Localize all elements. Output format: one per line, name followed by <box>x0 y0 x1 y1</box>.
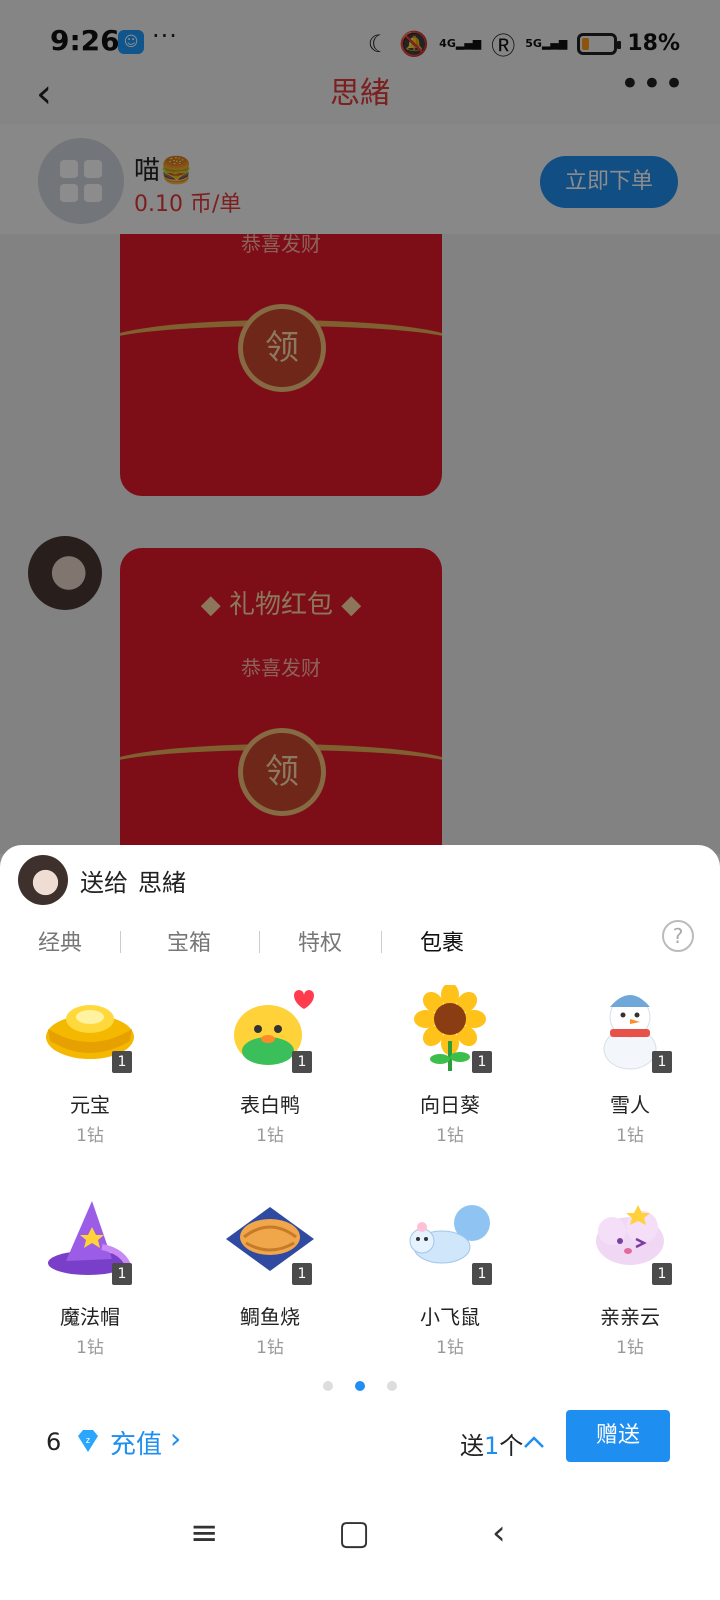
gift-name: 小飞鼠 <box>420 1305 480 1329</box>
gift-name: 魔法帽 <box>60 1305 120 1329</box>
diamond-balance: 6 <box>46 1428 62 1456</box>
system-nav-bar: ≡ ▢ ‹ <box>0 1485 720 1600</box>
tab-package[interactable]: 包裹 <box>420 925 464 957</box>
gift-tabs: 经典 宝箱 特权 包裹 ? <box>0 915 720 965</box>
send-to-row: 送给 思緒 <box>18 855 186 905</box>
gift-count-badge: 1 <box>112 1263 132 1285</box>
page-dot-active[interactable] <box>355 1381 365 1391</box>
gift-footer: 6 z 充值 › 送1个 赠送 <box>0 1410 720 1480</box>
menu-icon[interactable]: ≡ <box>190 1513 219 1553</box>
gift-count-badge: 1 <box>472 1051 492 1073</box>
gift-price: 1钻 <box>256 1338 284 1358</box>
gift-count-badge: 1 <box>472 1263 492 1285</box>
gift-item[interactable]: 1 向日葵 1钻 <box>360 985 540 1185</box>
back-nav-icon[interactable]: ‹ <box>492 1513 506 1553</box>
tab-classic[interactable]: 经典 <box>38 925 82 957</box>
gift-item[interactable]: 1 元宝 1钻 <box>0 985 180 1185</box>
send-quantity-number: 1 <box>484 1432 500 1460</box>
gift-price: 1钻 <box>616 1126 644 1146</box>
gift-item[interactable]: 1 小飞鼠 1钻 <box>360 1197 540 1397</box>
gift-item[interactable]: 1 雪人 1钻 <box>540 985 720 1185</box>
tab-privilege[interactable]: 特权 <box>298 925 342 957</box>
recipient-avatar <box>18 855 68 905</box>
chevron-right-icon[interactable]: › <box>170 1422 181 1455</box>
send-to-label: 送给 <box>80 868 128 897</box>
gift-item[interactable]: 1 鲷鱼烧 1钻 <box>180 1197 360 1397</box>
send-gift-button[interactable]: 赠送 <box>566 1410 670 1462</box>
gift-count-badge: 1 <box>652 1051 672 1073</box>
diamond-icon: z <box>78 1430 98 1452</box>
home-icon[interactable]: ▢ <box>338 1513 370 1553</box>
gift-item[interactable]: 1 亲亲云 1钻 <box>540 1197 720 1397</box>
page-dot[interactable] <box>387 1381 397 1391</box>
gift-count-badge: 1 <box>112 1051 132 1073</box>
gift-price: 1钻 <box>76 1338 104 1358</box>
gift-name: 向日葵 <box>420 1093 480 1117</box>
gift-count-badge: 1 <box>652 1263 672 1285</box>
recharge-link[interactable]: 充值 <box>110 1424 162 1461</box>
gift-price: 1钻 <box>76 1126 104 1146</box>
gift-price: 1钻 <box>436 1126 464 1146</box>
gift-price: 1钻 <box>616 1338 644 1358</box>
chevron-up-icon[interactable] <box>522 1430 546 1454</box>
page-indicator <box>0 1381 720 1391</box>
gift-price: 1钻 <box>256 1126 284 1146</box>
recipient-name: 思緒 <box>138 868 186 897</box>
gift-name: 雪人 <box>610 1093 650 1117</box>
gift-count-badge: 1 <box>292 1051 312 1073</box>
send-quantity[interactable]: 送1个 <box>460 1426 523 1461</box>
help-icon[interactable]: ? <box>662 920 694 952</box>
gift-price: 1钻 <box>436 1338 464 1358</box>
tab-chest[interactable]: 宝箱 <box>167 925 211 957</box>
gift-name: 表白鸭 <box>240 1093 300 1117</box>
gift-item[interactable]: 1 表白鸭 1钻 <box>180 985 360 1185</box>
gift-count-badge: 1 <box>292 1263 312 1285</box>
gift-name: 鲷鱼烧 <box>240 1305 300 1329</box>
svg-text:z: z <box>86 1435 91 1445</box>
gift-name: 元宝 <box>70 1093 110 1117</box>
gift-item[interactable]: 1 魔法帽 1钻 <box>0 1197 180 1397</box>
page-dot[interactable] <box>323 1381 333 1391</box>
gift-name: 亲亲云 <box>600 1305 660 1329</box>
